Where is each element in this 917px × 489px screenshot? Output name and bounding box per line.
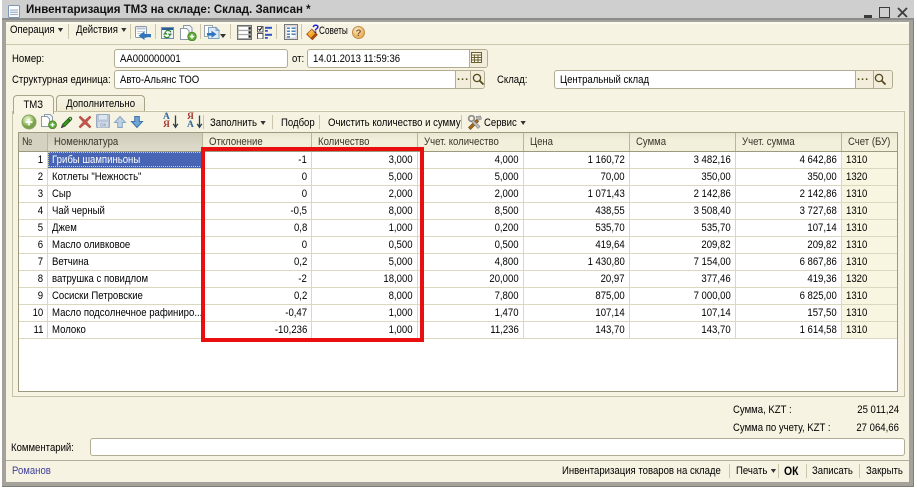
svg-text:?: ? [356, 28, 362, 39]
svg-text:ОК: ОК [100, 123, 107, 128]
